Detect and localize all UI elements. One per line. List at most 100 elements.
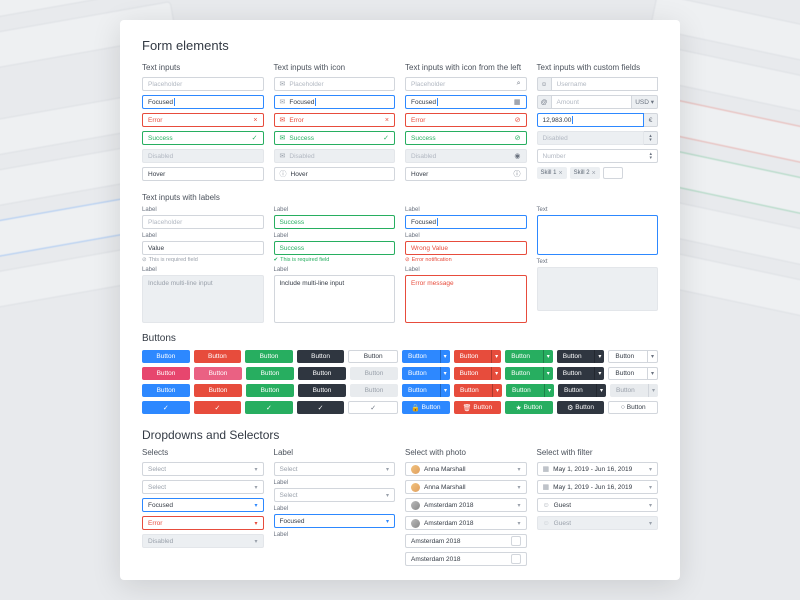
close-icon[interactable]: × — [559, 170, 563, 177]
input-left-focused[interactable]: Focused▦ — [405, 95, 527, 109]
tag-input[interactable] — [603, 167, 623, 179]
split-button-red[interactable]: Button▾ — [454, 367, 502, 380]
tag-skill1[interactable]: Skill 1× — [537, 167, 567, 179]
input-icon-success[interactable]: ✉Success✓ — [274, 131, 396, 145]
input-error[interactable]: Error× — [142, 113, 264, 127]
select-photo-anna-1[interactable]: Anna Marshall▾ — [405, 462, 527, 476]
select-daterange-2[interactable]: ▦May 1, 2019 - Jun 16, 2019▾ — [537, 480, 659, 494]
icon-label-button-dark[interactable]: ⚙ Button — [557, 401, 605, 414]
select-labeled-focused[interactable]: Focused▾ — [274, 514, 396, 528]
input-success[interactable]: Success✓ — [142, 131, 264, 145]
button-dark[interactable]: Button — [298, 367, 346, 380]
tag-input-row[interactable]: Skill 1× Skill 2× — [537, 167, 659, 179]
button-green[interactable]: Button — [245, 350, 293, 363]
select-error[interactable]: Error▾ — [142, 516, 264, 530]
currency-select[interactable]: USD ▾ — [632, 95, 658, 109]
input-icon-focused[interactable]: ✉Focused — [274, 95, 396, 109]
chevron-down-icon[interactable]: ▾ — [647, 368, 657, 379]
input-focused[interactable]: Focused — [142, 95, 264, 109]
chevron-down-icon[interactable]: ▾ — [594, 367, 604, 380]
input-username[interactable]: Username — [551, 77, 659, 91]
labeled-value[interactable]: Value — [142, 241, 264, 255]
split-button-green[interactable]: Button▾ — [505, 350, 553, 363]
input-amount[interactable]: Amount — [551, 95, 633, 109]
textarea-focused[interactable] — [537, 215, 659, 255]
select-labeled-1[interactable]: Select▾ — [274, 462, 396, 476]
split-button-blue[interactable]: Button▾ — [402, 367, 450, 380]
chevron-down-icon[interactable]: ▾ — [440, 367, 450, 380]
split-button-dark[interactable]: Button▾ — [557, 367, 605, 380]
split-button-dark[interactable]: Button▾ — [558, 384, 606, 397]
chevron-down-icon[interactable]: ▾ — [440, 350, 450, 363]
close-icon[interactable]: × — [592, 170, 596, 177]
labeled-focused[interactable]: Focused — [405, 215, 527, 229]
icon-button-green[interactable]: ✓ — [245, 401, 293, 414]
icon-button-red[interactable]: ✓ — [194, 401, 242, 414]
chevron-down-icon[interactable]: ▾ — [647, 351, 657, 362]
button-white[interactable]: Button — [348, 350, 398, 363]
button-dark[interactable]: Button — [298, 384, 346, 397]
button-green[interactable]: Button — [246, 367, 294, 380]
split-button-red[interactable]: Button▾ — [454, 350, 502, 363]
select-labeled-2[interactable]: Select▾ — [274, 488, 396, 502]
textarea-value[interactable]: Include multi-line input — [274, 275, 396, 323]
icon-button-white[interactable]: ✓ — [348, 401, 398, 414]
button-green[interactable]: Button — [246, 384, 294, 397]
split-button-green[interactable]: Button▾ — [505, 367, 553, 380]
input-icon-hover[interactable]: ⓘHover — [274, 167, 396, 181]
button-red[interactable]: Button — [194, 350, 242, 363]
input-icon-error[interactable]: ✉Error× — [274, 113, 396, 127]
chevron-down-icon[interactable]: ▾ — [596, 384, 606, 397]
split-button-blue[interactable]: Button▾ — [402, 350, 450, 363]
split-button-green[interactable]: Button▾ — [506, 384, 554, 397]
input-placeholder[interactable]: Placeholder — [142, 77, 264, 91]
labeled-success-1[interactable]: Success — [274, 215, 396, 229]
chevron-down-icon[interactable]: ▾ — [544, 384, 554, 397]
chevron-down-icon[interactable]: ▾ — [491, 367, 501, 380]
select-guest-1[interactable]: ☺Guest▾ — [537, 498, 659, 512]
split-button-red[interactable]: Button▾ — [454, 384, 502, 397]
icon-button-dark[interactable]: ✓ — [297, 401, 345, 414]
button-red[interactable]: Button — [194, 384, 242, 397]
select-focused[interactable]: Focused▾ — [142, 498, 264, 512]
input-icon-placeholder[interactable]: ✉Placeholder — [274, 77, 396, 91]
button-pink[interactable]: Button — [142, 367, 190, 380]
chevron-down-icon[interactable]: ▾ — [491, 350, 501, 363]
icon-label-button-white[interactable]: ○ Button — [608, 401, 658, 414]
chevron-down-icon[interactable]: ▾ — [543, 367, 553, 380]
icon-button-blue[interactable]: ✓ — [142, 401, 190, 414]
stepper-icon[interactable]: ▴▾ — [649, 152, 652, 160]
input-number-focused[interactable]: 12,983.00 — [537, 113, 645, 127]
textarea-placeholder[interactable]: Include multi-line input — [142, 275, 264, 323]
split-button-white[interactable]: Button▾ — [608, 350, 658, 363]
textarea-error[interactable]: Error message — [405, 275, 527, 323]
select-placeholder[interactable]: Select▾ — [142, 462, 264, 476]
input-left-hover[interactable]: Hoverⓘ — [405, 167, 527, 181]
select-photo-ams-2[interactable]: Amsterdam 2018▾ — [405, 516, 527, 530]
select-photo-ams-4[interactable]: Amsterdam 2018 — [405, 552, 527, 566]
tag-skill2[interactable]: Skill 2× — [570, 167, 600, 179]
icon-label-button-green[interactable]: ★ Button — [505, 401, 553, 414]
input-left-placeholder[interactable]: Placeholder⌕ — [405, 77, 527, 91]
split-button-blue[interactable]: Button▾ — [402, 384, 450, 397]
button-dark[interactable]: Button — [297, 350, 345, 363]
select-daterange-1[interactable]: ▦May 1, 2019 - Jun 16, 2019▾ — [537, 462, 659, 476]
icon-label-button-red[interactable]: 🗑 Button — [454, 401, 502, 414]
input-left-success[interactable]: Success⊘ — [405, 131, 527, 145]
chevron-down-icon[interactable]: ▾ — [594, 350, 604, 363]
select-photo-ams-1[interactable]: Amsterdam 2018▾ — [405, 498, 527, 512]
chevron-down-icon[interactable]: ▾ — [543, 350, 553, 363]
labeled-placeholder[interactable]: Placeholder — [142, 215, 264, 229]
button-blue[interactable]: Button — [142, 384, 190, 397]
input-hover[interactable]: Hover — [142, 167, 264, 181]
select-photo-ams-3[interactable]: Amsterdam 2018 — [405, 534, 527, 548]
chevron-down-icon[interactable]: ▾ — [440, 384, 450, 397]
select-photo-anna-2[interactable]: Anna Marshall▾ — [405, 480, 527, 494]
button-blue[interactable]: Button — [142, 350, 190, 363]
input-left-error[interactable]: Error⊘ — [405, 113, 527, 127]
icon-label-button-blue[interactable]: 🔒 Button — [402, 401, 450, 414]
labeled-wrong[interactable]: Wrong Value — [405, 241, 527, 255]
split-button-white[interactable]: Button▾ — [608, 367, 658, 380]
chevron-down-icon[interactable]: ▾ — [492, 384, 502, 397]
split-button-dark[interactable]: Button▾ — [557, 350, 605, 363]
